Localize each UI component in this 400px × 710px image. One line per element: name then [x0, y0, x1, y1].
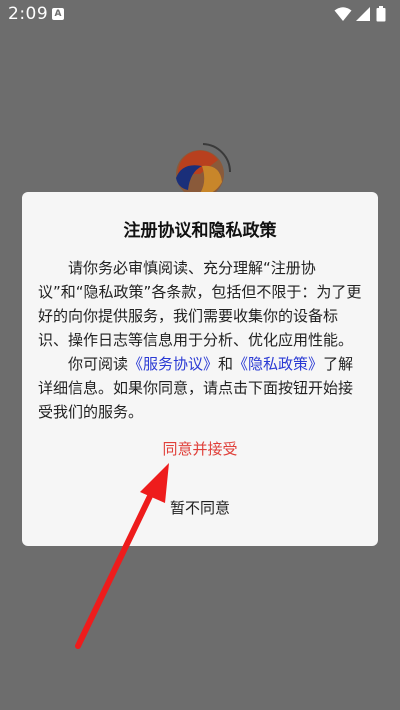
notification-icon: A: [52, 8, 64, 20]
read-links-paragraph: 你可阅读《服务协议》和《隐私政策》了解详细信息。如果你同意，请点击下面按钮开始接…: [38, 352, 364, 424]
and-text: 和: [218, 355, 234, 373]
battery-icon: [376, 6, 386, 22]
privacy-policy-link[interactable]: 《隐私政策》: [233, 355, 323, 373]
status-icons: [334, 6, 390, 22]
agreement-paragraph: 请你务必审慎阅读、充分理解“注册协议”和“隐私政策”各条款，包括但不限于：为了更…: [38, 259, 362, 349]
status-time: 2:09: [8, 4, 49, 24]
agreement-dialog: 注册协议和隐私政策 请你务必审慎阅读、充分理解“注册协议”和“隐私政策”各条款，…: [22, 192, 378, 546]
wifi-icon: [334, 7, 352, 21]
decline-button[interactable]: 暂不同意: [22, 497, 378, 518]
paragraph2-prefix: 你可阅读: [68, 355, 129, 373]
status-bar: 2:09 A: [0, 0, 400, 28]
dialog-title: 注册协议和隐私政策: [123, 221, 277, 241]
service-agreement-link[interactable]: 《服务协议》: [128, 355, 218, 373]
dialog-body: 请你务必审慎阅读、充分理解“注册协议”和“隐私政策”各条款，包括但不限于：为了更…: [38, 256, 364, 424]
signal-icon: [356, 7, 370, 21]
accept-button[interactable]: 同意并接受: [22, 438, 378, 459]
